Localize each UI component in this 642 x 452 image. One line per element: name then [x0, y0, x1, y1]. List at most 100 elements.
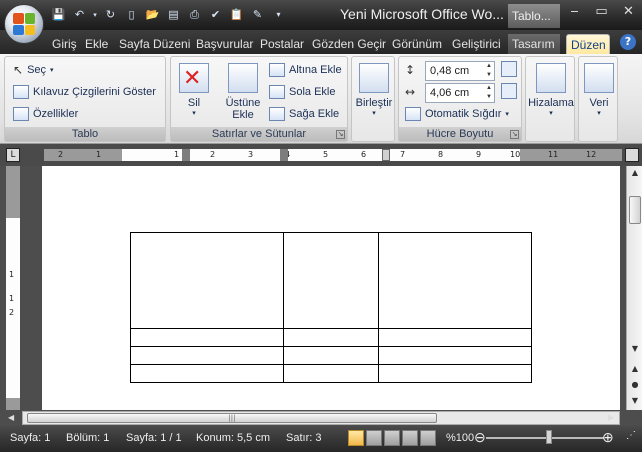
insert-left-button[interactable]: Sola Ekle — [269, 85, 335, 99]
tab-gorunum[interactable]: Görünüm — [388, 34, 446, 54]
table-cell[interactable] — [378, 328, 532, 347]
status-section[interactable]: Bölüm: 1 — [66, 432, 109, 444]
insert-below-button[interactable]: Altına Ekle — [269, 63, 342, 77]
column-marker-icon[interactable] — [182, 149, 190, 161]
document-table[interactable] — [130, 232, 532, 383]
indent-marker-icon[interactable] — [382, 149, 390, 161]
status-page[interactable]: Sayfa: 1 — [10, 432, 50, 444]
full-screen-reading-icon[interactable] — [366, 430, 382, 446]
tab-postalar[interactable]: Postalar — [256, 34, 308, 54]
scroll-up-icon[interactable]: ▲ — [627, 166, 642, 180]
status-position[interactable]: Konum: 5,5 cm — [196, 432, 270, 444]
table-cell[interactable] — [130, 346, 284, 365]
quick-print-icon[interactable]: ⎙ — [186, 6, 203, 23]
dialog-launcher-icon[interactable]: ↘ — [510, 130, 519, 139]
customize-qat-icon[interactable]: ▾ — [270, 6, 287, 23]
horizontal-scrollbar[interactable]: ||| — [22, 411, 620, 425]
column-width-field[interactable]: 4,06 cm ▲ ▼ — [425, 83, 495, 103]
edit-icon[interactable]: ✎ — [249, 6, 266, 23]
restore-button[interactable]: ▭ — [588, 0, 615, 22]
open-icon[interactable]: 📂 — [144, 6, 161, 23]
web-layout-icon[interactable] — [384, 430, 400, 446]
show-gridlines-button[interactable]: Kılavuz Çizgilerini Göster — [13, 85, 156, 99]
row-height-field[interactable]: 0,48 cm ▲ ▼ — [425, 61, 495, 81]
zoom-slider-thumb[interactable] — [546, 430, 552, 444]
status-page-of[interactable]: Sayfa: 1 / 1 — [126, 432, 182, 444]
tab-ekle[interactable]: Ekle — [81, 34, 112, 54]
tab-gozden-gecir[interactable]: Gözden Geçir — [308, 34, 390, 54]
data-button[interactable]: Veri ▾ — [581, 63, 617, 117]
autofit-button[interactable]: Otomatik Sığdır ▾ — [405, 107, 509, 121]
print-layout-icon[interactable] — [348, 430, 364, 446]
scroll-right-icon[interactable]: ▶ — [608, 413, 614, 422]
outline-icon[interactable] — [402, 430, 418, 446]
horizontal-scroll-thumb[interactable]: ||| — [27, 413, 437, 423]
help-icon[interactable]: ? — [620, 34, 636, 50]
spelling-icon[interactable]: ✔ — [207, 6, 224, 23]
dialog-launcher-icon[interactable]: ↘ — [336, 130, 345, 139]
next-page-icon[interactable]: ▼ — [627, 394, 642, 408]
close-button[interactable]: ✕ — [615, 0, 642, 22]
vertical-scrollbar[interactable]: ▲ ▼ ▲ ● ▼ — [626, 166, 642, 410]
tab-duzen[interactable]: Düzen — [566, 34, 610, 54]
tab-gelistirici[interactable]: Geliştirici — [448, 34, 505, 54]
insert-right-label: Sağa Ekle — [289, 108, 340, 120]
tab-tasarim[interactable]: Tasarım — [508, 34, 560, 54]
merge-cells-icon — [359, 63, 389, 93]
previous-page-icon[interactable]: ▲ — [627, 362, 642, 376]
vertical-scroll-thumb[interactable] — [629, 196, 641, 224]
new-doc-icon[interactable]: ▯ — [123, 6, 140, 23]
undo-dropdown-icon[interactable]: ▾ — [92, 6, 98, 23]
browse-object-icon[interactable]: ● — [627, 378, 642, 392]
document-page[interactable] — [42, 166, 620, 410]
delete-button[interactable]: ✕ Sil ▾ — [175, 63, 213, 117]
table-cell[interactable] — [130, 328, 284, 347]
alignment-button[interactable]: Hizalama ▾ — [528, 63, 574, 117]
scroll-down-icon[interactable]: ▼ — [627, 342, 642, 356]
select-button[interactable]: ↖ Seç ▾ — [13, 63, 54, 77]
tab-basvurular[interactable]: Başvurular — [192, 34, 257, 54]
zoom-level[interactable]: %100 — [446, 432, 474, 444]
office-button[interactable] — [4, 4, 44, 44]
paste-icon[interactable]: 📋 — [228, 6, 245, 23]
view-ruler-icon[interactable] — [625, 148, 639, 162]
draft-icon[interactable] — [420, 430, 436, 446]
table-cell[interactable] — [283, 346, 379, 365]
insert-above-label-1: Üstüne — [225, 97, 261, 109]
group-label-tablo: Tablo — [5, 127, 165, 141]
vertical-ruler[interactable]: 1 1 2 — [6, 166, 20, 410]
insert-above-button[interactable]: Üstüne Ekle — [221, 63, 265, 121]
table-cell[interactable] — [283, 364, 379, 383]
scroll-left-icon[interactable]: ◀ — [8, 413, 14, 422]
insert-right-button[interactable]: Sağa Ekle — [269, 107, 339, 121]
undo-icon[interactable]: ↶ — [71, 6, 88, 23]
table-cell[interactable] — [130, 232, 284, 329]
save-icon[interactable]: 💾 — [50, 6, 67, 23]
status-line[interactable]: Satır: 3 — [286, 432, 321, 444]
print-preview-icon[interactable]: ▤ — [165, 6, 182, 23]
tab-giris[interactable]: Giriş — [48, 34, 81, 54]
minimize-button[interactable]: ‒ — [561, 0, 588, 22]
tab-selector[interactable]: L — [6, 148, 20, 162]
horizontal-ruler[interactable]: 2 1 1 2 3 4 5 6 7 8 9 10 11 12 — [44, 149, 622, 161]
tab-sayfa-duzeni[interactable]: Sayfa Düzeni — [115, 34, 194, 54]
zoom-in-icon[interactable]: ⊕ — [602, 429, 614, 446]
merge-button[interactable]: Birleştir ▾ — [354, 63, 394, 117]
table-cell[interactable] — [283, 232, 379, 329]
distribute-columns-icon[interactable] — [501, 83, 517, 99]
ribbon: ↖ Seç ▾ Kılavuz Çizgilerini Göster Özell… — [0, 54, 642, 144]
table-cell[interactable] — [283, 328, 379, 347]
column-marker-icon[interactable] — [280, 149, 288, 161]
spin-arrows-icon[interactable]: ▲ ▼ — [484, 84, 494, 102]
properties-button[interactable]: Özellikler — [13, 107, 78, 121]
redo-icon[interactable]: ↻ — [102, 6, 119, 23]
table-cell[interactable] — [378, 364, 532, 383]
resize-grip-icon[interactable]: ⋰ — [626, 430, 636, 441]
zoom-slider[interactable] — [486, 437, 604, 439]
table-cell[interactable] — [378, 346, 532, 365]
table-cell[interactable] — [130, 364, 284, 383]
spin-arrows-icon[interactable]: ▲ ▼ — [484, 62, 494, 80]
table-cell[interactable] — [378, 232, 532, 329]
distribute-rows-icon[interactable] — [501, 61, 517, 77]
zoom-out-icon[interactable]: ⊖ — [474, 429, 486, 446]
